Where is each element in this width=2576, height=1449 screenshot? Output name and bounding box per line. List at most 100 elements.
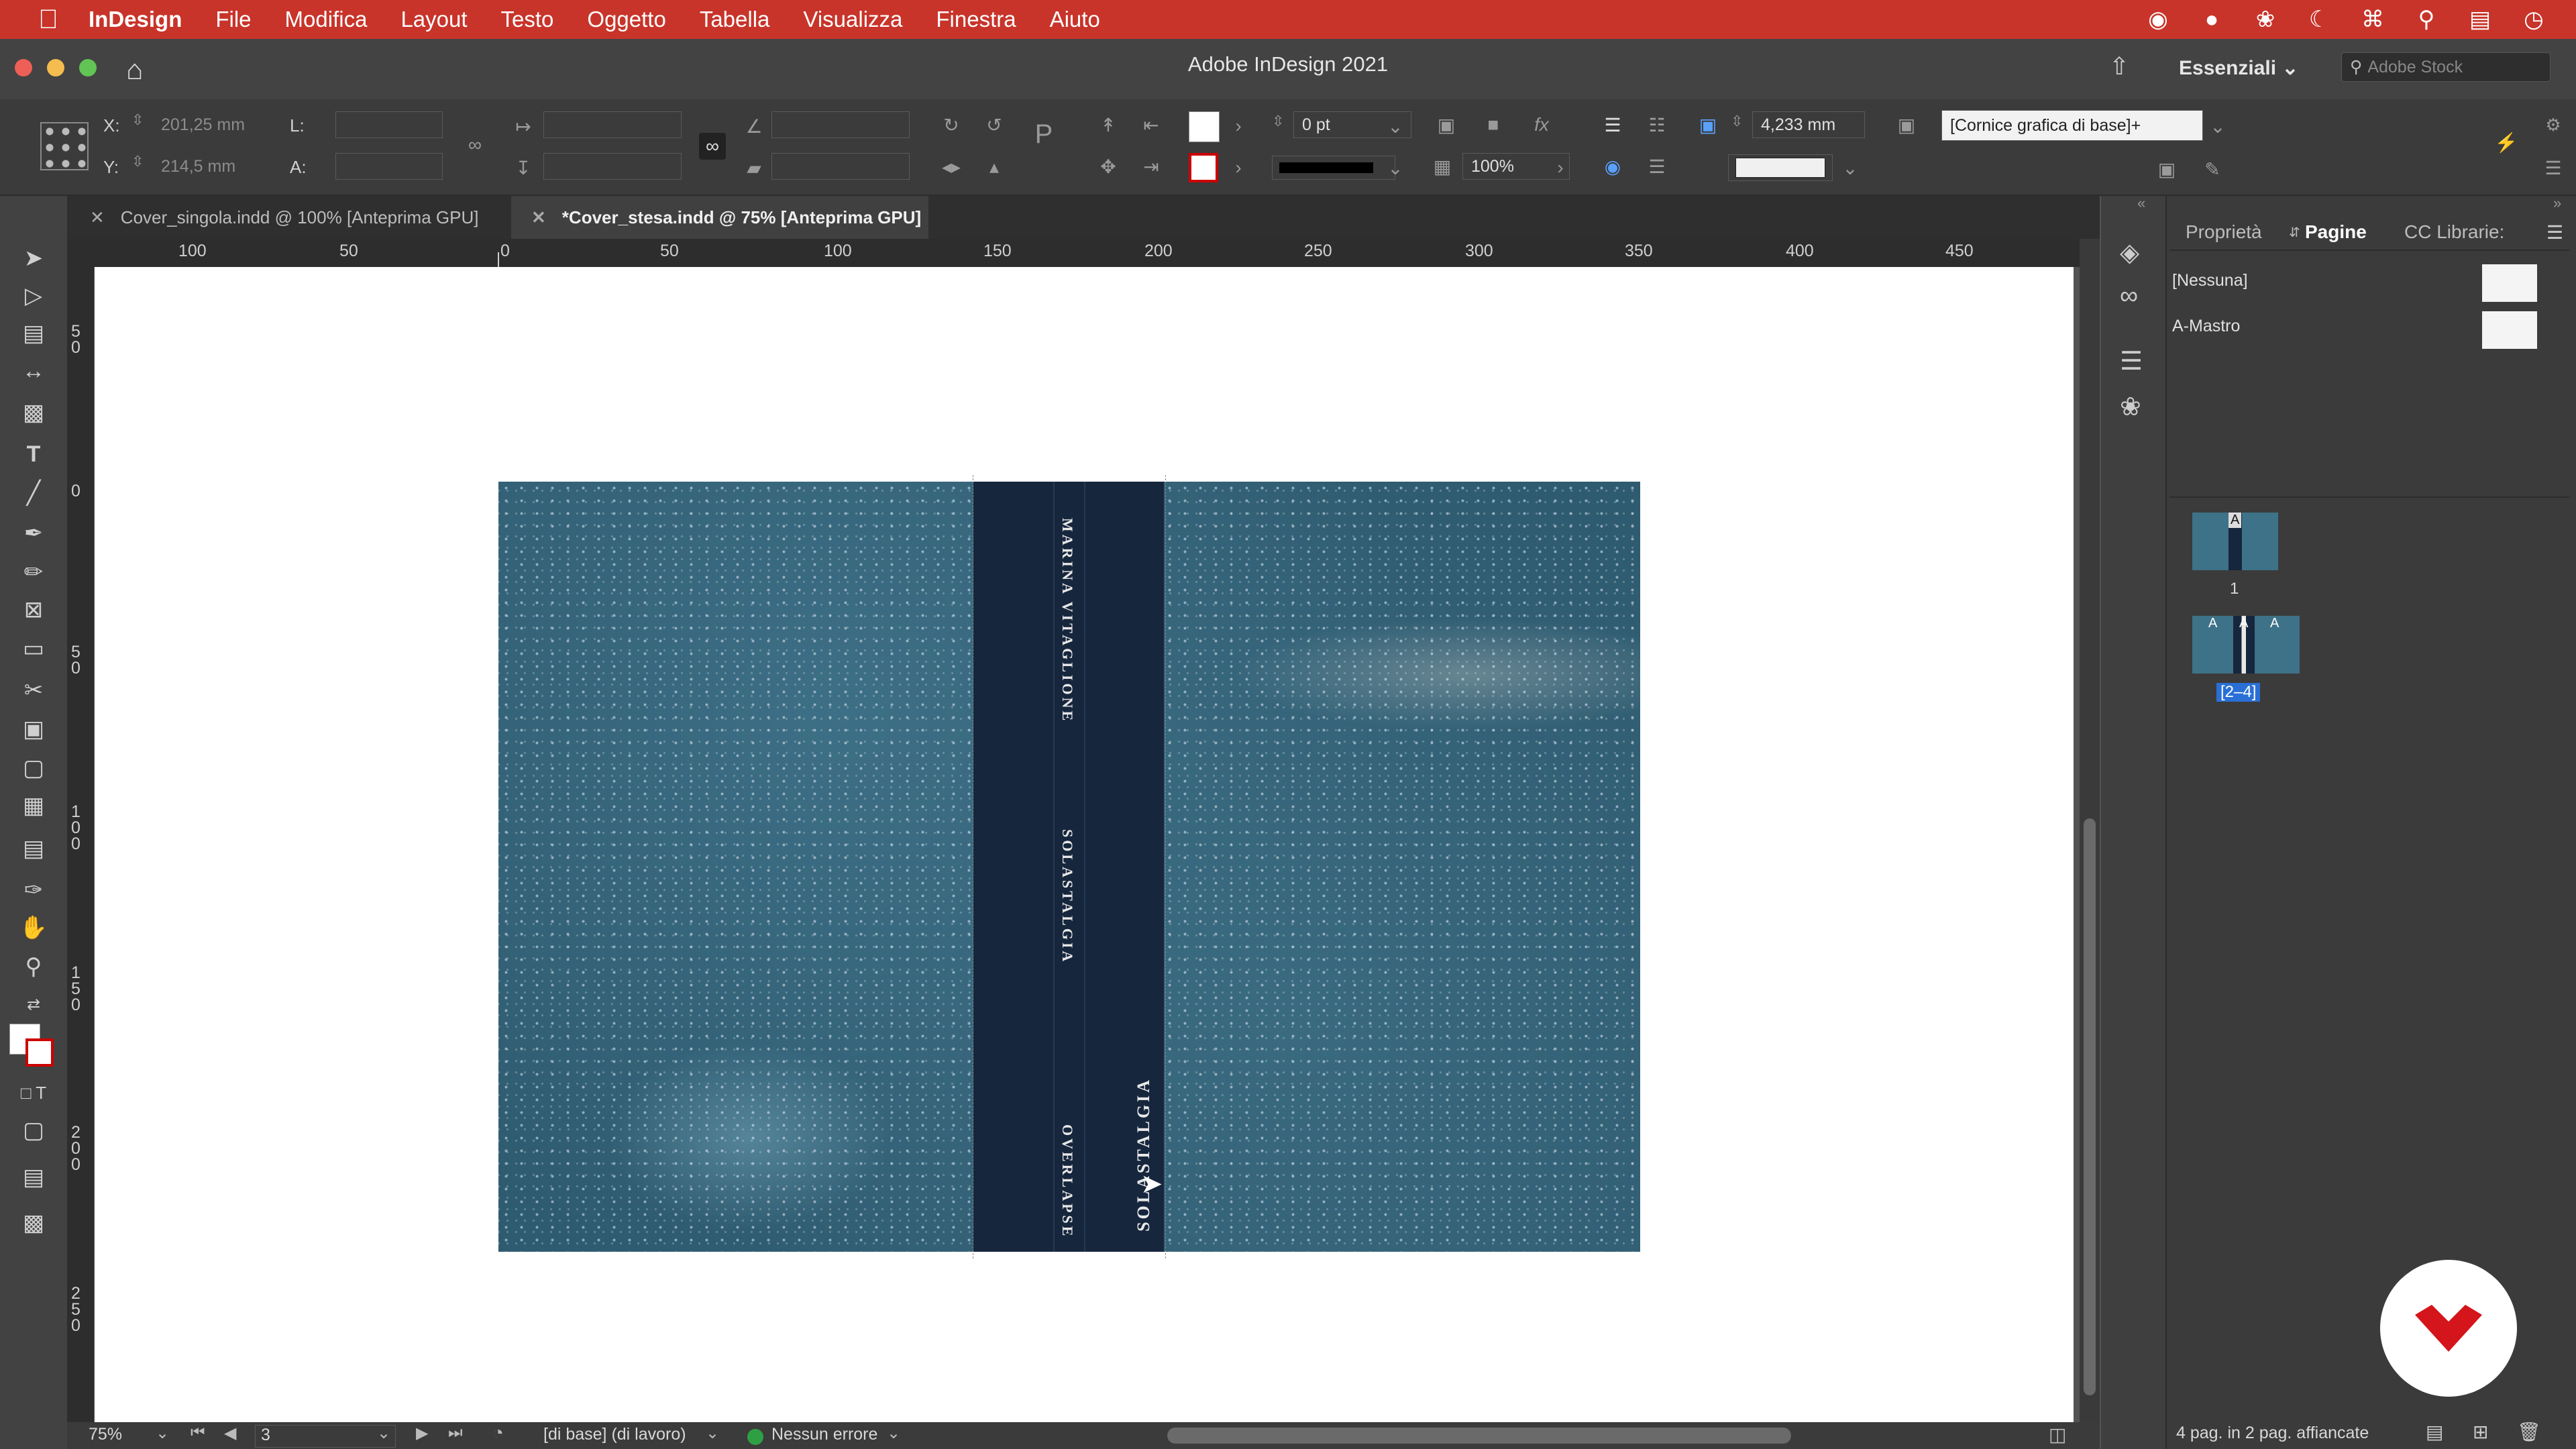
direct-selection-tool-icon[interactable]: ▷ bbox=[15, 279, 52, 313]
menu-modifica[interactable]: Modifica bbox=[285, 7, 368, 32]
horizontal-scroll-thumb[interactable] bbox=[1167, 1428, 1791, 1444]
new-page-icon[interactable]: ⊞ bbox=[2473, 1421, 2488, 1443]
edit-style-icon[interactable]: ✎ bbox=[2199, 156, 2226, 182]
constrain-scale-icon[interactable]: ∞ bbox=[699, 133, 726, 160]
gradient-swatch-tool-icon[interactable]: ▢ bbox=[15, 751, 52, 785]
next-page-icon[interactable]: ▶ bbox=[416, 1424, 428, 1443]
select-content-icon[interactable]: ✥ bbox=[1095, 153, 1122, 180]
fitting-field[interactable]: 4,233 mm bbox=[1752, 111, 1865, 138]
p-icon[interactable]: P bbox=[1030, 119, 1057, 149]
swatches-icon[interactable]: ❀ bbox=[2120, 392, 2141, 422]
search-icon[interactable]: ⚲ bbox=[2411, 4, 2442, 35]
width-field[interactable] bbox=[335, 111, 443, 138]
clear-overrides-icon[interactable]: ▣ bbox=[2153, 156, 2180, 182]
delete-page-icon[interactable]: 🗑 bbox=[2517, 1421, 2541, 1443]
close-tab-icon[interactable]: ✕ bbox=[531, 207, 546, 228]
zoom-tool-icon[interactable]: ⚲ bbox=[15, 950, 52, 983]
content-collector-icon[interactable]: ▩ bbox=[15, 396, 52, 429]
scale-y-field[interactable] bbox=[543, 153, 682, 180]
control-menu-icon[interactable]: ☰ bbox=[2540, 154, 2567, 181]
close-tab-icon[interactable]: ✕ bbox=[90, 207, 105, 228]
gap-tool-icon[interactable]: ↔ bbox=[15, 354, 52, 388]
x-stepper[interactable]: ⇳ bbox=[131, 111, 144, 129]
rectangle-frame-tool-icon[interactable]: ⊠ bbox=[15, 593, 52, 627]
previous-page-icon[interactable]: ◀ bbox=[224, 1424, 236, 1443]
split-view-icon[interactable]: ◫ bbox=[2049, 1424, 2066, 1446]
moon-icon[interactable]: ☾ bbox=[2304, 4, 2334, 35]
menu-oggetto[interactable]: Oggetto bbox=[587, 7, 665, 32]
menu-aiuto[interactable]: Aiuto bbox=[1050, 7, 1100, 32]
tab-cover-stesa[interactable]: ✕ *Cover_stesa.indd @ 75% [Anteprima GPU… bbox=[511, 196, 928, 239]
gradient-feather-tool-icon[interactable]: ▦ bbox=[15, 789, 52, 822]
wrap-none-icon[interactable]: ☰ bbox=[1599, 111, 1626, 138]
control-settings-icon[interactable]: ⚙ bbox=[2540, 111, 2567, 138]
sync-icon[interactable]: ● bbox=[2196, 4, 2227, 35]
view-mode-icon[interactable]: ▩ bbox=[15, 1206, 52, 1240]
vertical-scroll-thumb[interactable] bbox=[2084, 818, 2096, 1395]
fit-frame-icon[interactable]: ▣ bbox=[1695, 111, 1721, 138]
last-page-icon[interactable]: ⏭ bbox=[448, 1424, 463, 1442]
collapse-strip-icon[interactable]: « bbox=[2137, 195, 2145, 212]
wrap-shape-icon[interactable]: ◉ bbox=[1599, 153, 1626, 180]
wrap-bbox-icon[interactable]: ☷ bbox=[1644, 111, 1670, 138]
screen-mode-icon[interactable]: ▤ bbox=[15, 1161, 52, 1194]
scale-x-field[interactable] bbox=[543, 111, 682, 138]
rectangle-tool-icon[interactable]: ▭ bbox=[15, 632, 52, 665]
scissors-tool-icon[interactable]: ✂ bbox=[15, 674, 52, 707]
page-number-field[interactable]: 3 bbox=[255, 1425, 396, 1448]
rotate-ccw-icon[interactable]: ↺ bbox=[981, 111, 1008, 138]
zoom-dropdown-icon[interactable]: ⌄ bbox=[156, 1424, 169, 1443]
fill-swatch[interactable] bbox=[1189, 111, 1220, 142]
master-a-thumbnail[interactable] bbox=[2482, 311, 2537, 349]
stroke-swatch[interactable] bbox=[1189, 153, 1218, 182]
floating-logo-badge[interactable] bbox=[2380, 1260, 2517, 1397]
stroke-color-icon[interactable] bbox=[25, 1038, 54, 1067]
profile-dropdown-icon[interactable]: ⌄ bbox=[706, 1424, 719, 1443]
rotate-field[interactable] bbox=[771, 111, 910, 138]
stroke-color-dropdown-icon[interactable]: ⌄ bbox=[1837, 154, 1864, 181]
edit-page-size-icon[interactable]: ▤ bbox=[2426, 1421, 2443, 1443]
menu-visualizza[interactable]: Visualizza bbox=[803, 7, 902, 32]
pencil-tool-icon[interactable]: ✏ bbox=[15, 555, 52, 589]
stroke-color-select[interactable] bbox=[1728, 154, 1833, 181]
master-none-label[interactable]: [Nessuna] bbox=[2172, 271, 2248, 290]
share-icon[interactable]: ⇧ bbox=[2109, 52, 2129, 80]
height-field[interactable] bbox=[335, 153, 443, 180]
apply-color-icon[interactable]: ▢ bbox=[15, 1114, 52, 1147]
zoom-level[interactable]: 75% bbox=[89, 1425, 122, 1444]
stroke-swatch-arrow-icon[interactable]: › bbox=[1225, 154, 1252, 181]
fitting-stepper[interactable]: ⇳ bbox=[1731, 113, 1743, 130]
preflight-status[interactable]: Nessun errore bbox=[771, 1425, 877, 1444]
line-tool-icon[interactable]: ╱ bbox=[15, 476, 52, 510]
quick-apply-icon[interactable]: ⚡ bbox=[2493, 129, 2520, 156]
fill-swatch-arrow-icon[interactable]: › bbox=[1225, 113, 1252, 140]
effects-fx-icon[interactable]: fx bbox=[1528, 111, 1555, 138]
page-dropdown-icon[interactable]: ⌄ bbox=[377, 1424, 390, 1443]
master-none-thumbnail[interactable] bbox=[2482, 264, 2537, 302]
stroke-weight-dropdown-icon[interactable]: ⌄ bbox=[1382, 113, 1409, 140]
control-center-icon[interactable]: ▤ bbox=[2465, 4, 2496, 35]
select-next-icon[interactable]: ⇥ bbox=[1138, 153, 1165, 180]
corner-options-icon[interactable]: ▣ bbox=[1433, 111, 1460, 138]
links-icon[interactable]: ∞ bbox=[2120, 282, 2138, 311]
type-tool-icon[interactable]: T bbox=[15, 437, 52, 471]
placed-title-text[interactable]: SOLASTALGIA bbox=[1134, 1077, 1154, 1232]
select-previous-icon[interactable]: ⇤ bbox=[1138, 111, 1165, 138]
menu-file[interactable]: File bbox=[215, 7, 251, 32]
tab-pagine[interactable]: Pagine bbox=[2305, 221, 2367, 243]
tab-proprieta[interactable]: Proprietà bbox=[2186, 221, 2262, 243]
wifi-icon[interactable]: ⌘ bbox=[2357, 4, 2388, 35]
flip-h-icon[interactable]: ◂▸ bbox=[938, 153, 965, 180]
note-tool-icon[interactable]: ▤ bbox=[15, 832, 52, 865]
y-field[interactable]: 214,5 mm bbox=[153, 153, 260, 180]
creative-cloud-icon[interactable]: ◉ bbox=[2143, 4, 2174, 35]
open-page-icon[interactable]: ◔ bbox=[492, 1422, 504, 1444]
opacity-arrow-icon[interactable]: › bbox=[1547, 154, 1574, 181]
reference-point-icon[interactable] bbox=[40, 122, 89, 170]
constrain-link-icon[interactable]: ∞ bbox=[462, 131, 488, 158]
rotate-cw-icon[interactable]: ↻ bbox=[938, 111, 965, 138]
flip-v-icon[interactable]: ▴ bbox=[981, 153, 1008, 180]
clock-icon[interactable]: ◷ bbox=[2518, 4, 2549, 35]
menu-app[interactable]: InDesign bbox=[89, 7, 182, 32]
shear-field[interactable] bbox=[771, 153, 910, 180]
